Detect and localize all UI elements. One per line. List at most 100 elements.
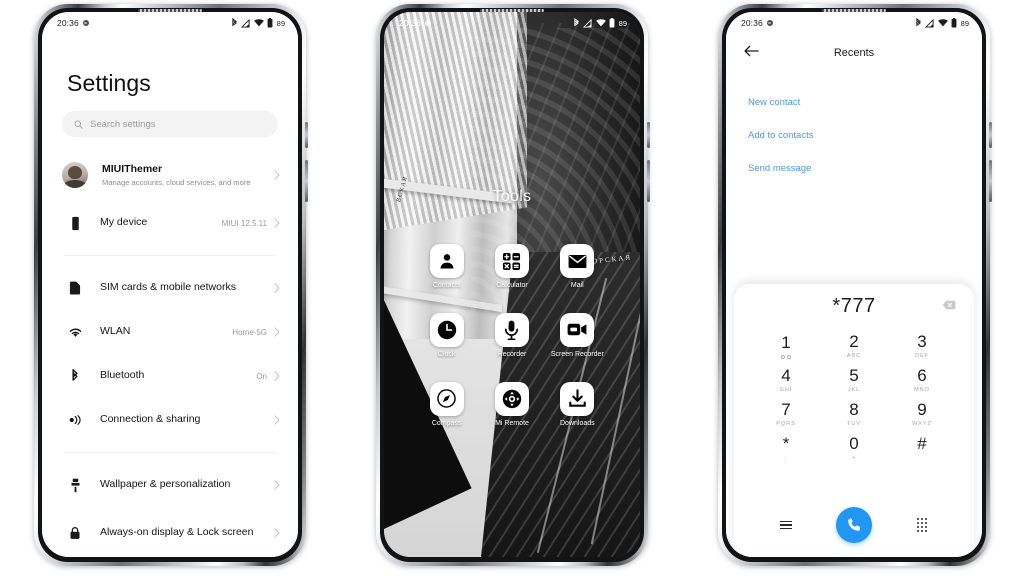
app-label: Screen Recorder: [550, 350, 604, 358]
app-calculator[interactable]: Calculator: [479, 244, 544, 291]
phone-device-dialer: 20:36 89 Recents New contact Add to cont…: [718, 4, 992, 566]
volume-button[interactable]: [647, 160, 650, 202]
key-letters: MNO: [914, 387, 930, 394]
dialpad-key-1[interactable]: 1: [752, 330, 820, 364]
volume-button[interactable]: [989, 160, 992, 202]
account-text: MIUIThemer Manage accounts, cloud servic…: [88, 163, 274, 188]
status-bar-left: 20:36: [57, 18, 89, 28]
status-bar-right: 89: [573, 18, 627, 28]
notification-dot-icon: [766, 20, 773, 26]
search-placeholder: Search settings: [90, 118, 156, 130]
row-label: WLAN: [100, 325, 131, 338]
app-contacts[interactable]: Contacts: [414, 244, 479, 291]
key-digit: 1: [781, 333, 791, 353]
folder-title[interactable]: Tools: [384, 188, 640, 206]
wallpaper-tunnel-bricks: [501, 22, 640, 274]
link-new-contact[interactable]: New contact: [748, 86, 960, 119]
sidebar-item-aod-lock-screen[interactable]: Always-on display & Lock screen: [42, 507, 298, 557]
dialpad-key-6[interactable]: 6 MNO: [888, 364, 956, 398]
dialpad-key-4[interactable]: 4 GHI: [752, 364, 820, 398]
row-label: SIM cards & mobile networks: [100, 281, 236, 294]
search-input[interactable]: Search settings: [62, 111, 278, 137]
sidebar-item-my-device[interactable]: My device MIUI 12.5.11: [42, 201, 298, 245]
chevron-right-icon: [274, 415, 280, 425]
sidebar-item-wallpaper[interactable]: Wallpaper & personalization: [42, 463, 298, 507]
app-label: Mi Remote: [495, 419, 529, 427]
signal-icon: [583, 18, 592, 28]
dialpad-key-3[interactable]: 3 DEF: [888, 330, 956, 364]
row-label: Wallpaper & personalization: [100, 478, 231, 491]
battery-icon: [267, 18, 273, 28]
sidebar-item-bluetooth[interactable]: Bluetooth On: [42, 354, 298, 398]
back-arrow-icon[interactable]: [744, 44, 759, 62]
envelope-icon: [560, 244, 595, 278]
status-bar-left: 20:36: [399, 18, 431, 28]
chevron-right-icon: [274, 170, 280, 180]
dialpad-key-star[interactable]: * ,: [752, 431, 820, 465]
chevron-right-icon: [274, 327, 280, 337]
dialpad-key-7[interactable]: 7 PQRS: [752, 398, 820, 432]
screenshot-stage: 20:36 89 Settings Search settings MIUITh…: [0, 0, 1024, 576]
app-compass[interactable]: Compass: [414, 381, 479, 429]
menu-button[interactable]: [752, 520, 820, 530]
key-letters: WXYZ: [912, 420, 932, 427]
link-send-message[interactable]: Send message: [748, 152, 960, 185]
dialed-number-row: *777: [734, 284, 974, 328]
bluetooth-icon: [916, 18, 921, 27]
power-button[interactable]: [647, 122, 650, 148]
wifi-icon: [937, 19, 948, 27]
dialpad-key-hash[interactable]: #: [888, 431, 956, 465]
bluetooth-icon: [232, 18, 237, 27]
app-label: Clock: [437, 350, 456, 358]
folder-app-grid: Contacts Calculator Mail Clock Recorder …: [384, 244, 640, 428]
app-mi-remote[interactable]: Mi Remote: [479, 381, 544, 429]
list-divider: [64, 255, 276, 256]
signal-icon: [925, 18, 934, 28]
dialer-action-links: New contact Add to contacts Send message: [726, 72, 982, 185]
chevron-right-icon: [274, 218, 280, 228]
lock-icon: [64, 526, 86, 540]
sidebar-item-connection-sharing[interactable]: Connection & sharing: [42, 398, 298, 442]
sidebar-item-sim-cards[interactable]: SIM cards & mobile networks: [42, 266, 298, 310]
phone-screen-dialer: 20:36 89 Recents New contact Add to cont…: [726, 12, 982, 557]
call-button[interactable]: [836, 507, 872, 543]
phone-bezel: 20:36 89 Settings Search settings MIUITh…: [38, 8, 302, 562]
row-value: Home-5G: [232, 327, 267, 337]
app-label: Contacts: [432, 282, 461, 289]
keypad-toggle-button[interactable]: [888, 518, 956, 532]
app-screen-recorder[interactable]: Screen Recorder: [545, 312, 610, 360]
dialpad-key-9[interactable]: 9 WXYZ: [888, 398, 956, 432]
dialpad-key-5[interactable]: 5 JKL: [820, 364, 888, 398]
dialpad-key-8[interactable]: 8 TUV: [820, 398, 888, 432]
app-recorder[interactable]: Recorder: [479, 312, 544, 360]
dialpad-keys: 1 2 ABC 3 DEF 4 GHI 5 JKL 6 MNO 7 PQRS 8…: [734, 328, 974, 503]
dialpad-key-0[interactable]: 0 +: [820, 431, 888, 465]
avatar: [62, 162, 88, 188]
dialed-number[interactable]: *777: [832, 295, 875, 318]
app-downloads[interactable]: Downloads: [545, 381, 610, 429]
status-clock: 20:36: [399, 18, 421, 28]
remote-control-icon: [494, 381, 529, 416]
app-mail[interactable]: Mail: [545, 244, 610, 291]
status-clock: 20:36: [741, 18, 763, 28]
sidebar-item-wlan[interactable]: WLAN Home-5G: [42, 310, 298, 354]
power-button[interactable]: [305, 122, 308, 148]
bluetooth-icon: [64, 368, 86, 384]
power-button[interactable]: [989, 122, 992, 148]
earpiece-speaker: [480, 9, 544, 12]
row-value: MIUI 12.5.11: [221, 218, 267, 228]
row-label: Bluetooth: [100, 369, 145, 382]
calculator-icon: [494, 244, 529, 278]
row-value: On: [256, 371, 267, 381]
app-label: Compass: [431, 419, 462, 427]
link-add-to-contacts[interactable]: Add to contacts: [748, 119, 960, 152]
app-clock[interactable]: Clock: [414, 312, 479, 360]
status-bar: 20:36 89: [726, 12, 982, 34]
settings-row-account[interactable]: MIUIThemer Manage accounts, cloud servic…: [42, 149, 298, 201]
key-digit: *: [782, 433, 790, 453]
key-letters: +: [851, 454, 857, 461]
backspace-icon[interactable]: [942, 297, 956, 315]
dialpad-key-2[interactable]: 2 ABC: [820, 330, 888, 364]
app-label: Calculator: [496, 282, 528, 289]
volume-button[interactable]: [305, 160, 308, 202]
